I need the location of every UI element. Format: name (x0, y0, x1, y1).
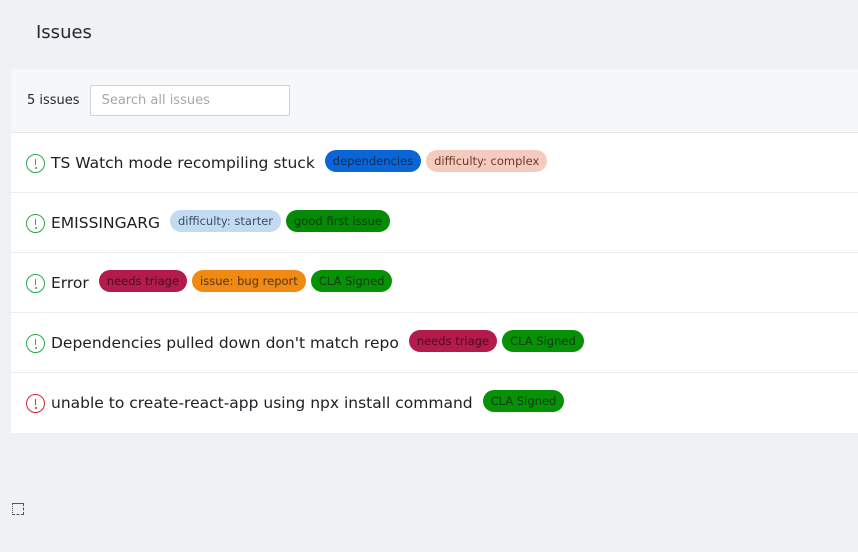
issue-row[interactable]: unable to create-react-app using npx ins… (11, 373, 858, 433)
issue-list: TS Watch mode recompiling stuck dependenc… (11, 133, 858, 433)
issue-title[interactable]: TS Watch mode recompiling stuck (51, 154, 315, 172)
issue-open-icon (26, 334, 45, 353)
page-title: Issues (36, 22, 92, 43)
issue-label[interactable]: difficulty: starter (169, 210, 281, 232)
issue-closed-icon (26, 394, 45, 413)
issue-title[interactable]: unable to create-react-app using npx ins… (51, 394, 473, 412)
issue-open-icon (26, 214, 45, 233)
issue-labels: CLA Signed (482, 390, 570, 412)
issue-row[interactable]: EMISSINGARG difficulty: starter good first… (11, 193, 858, 253)
issue-label[interactable]: CLA Signed (482, 390, 565, 412)
issue-label[interactable]: CLA Signed (310, 270, 393, 292)
issue-labels: dependencies difficulty: complex (324, 150, 552, 172)
issue-row[interactable]: TS Watch mode recompiling stuck dependenc… (11, 133, 858, 193)
issue-row[interactable]: Error needs triage issue: bug report CLA Si… (11, 253, 858, 313)
issue-title[interactable]: Error (51, 274, 89, 292)
issues-panel: 5 issues TS Watch mode recompiling stuck… (11, 69, 858, 433)
issue-labels: needs triage CLA Signed (408, 330, 589, 352)
issue-title[interactable]: Dependencies pulled down don't match rep… (51, 334, 399, 352)
issue-label[interactable]: CLA Signed (502, 330, 584, 352)
issues-toolbar: 5 issues (11, 69, 858, 133)
issue-count: 5 issues (27, 93, 80, 108)
search-input[interactable] (89, 85, 290, 116)
issue-label[interactable]: dependencies (324, 150, 422, 172)
issue-label[interactable]: issue: bug report (192, 270, 306, 292)
issue-row[interactable]: Dependencies pulled down don't match rep… (11, 313, 858, 373)
issue-label[interactable]: needs triage (408, 330, 498, 352)
issue-label[interactable]: needs triage (98, 270, 188, 292)
issue-labels: needs triage issue: bug report CLA Signed (98, 270, 398, 292)
issue-open-icon (26, 274, 45, 293)
issue-labels: difficulty: starter good first issue (169, 210, 395, 232)
issue-label[interactable]: good first issue (286, 210, 390, 232)
selection-marker-icon (12, 503, 24, 515)
issue-title[interactable]: EMISSINGARG (51, 214, 160, 232)
issue-open-icon (26, 154, 45, 173)
issue-label[interactable]: difficulty: complex (426, 150, 548, 172)
